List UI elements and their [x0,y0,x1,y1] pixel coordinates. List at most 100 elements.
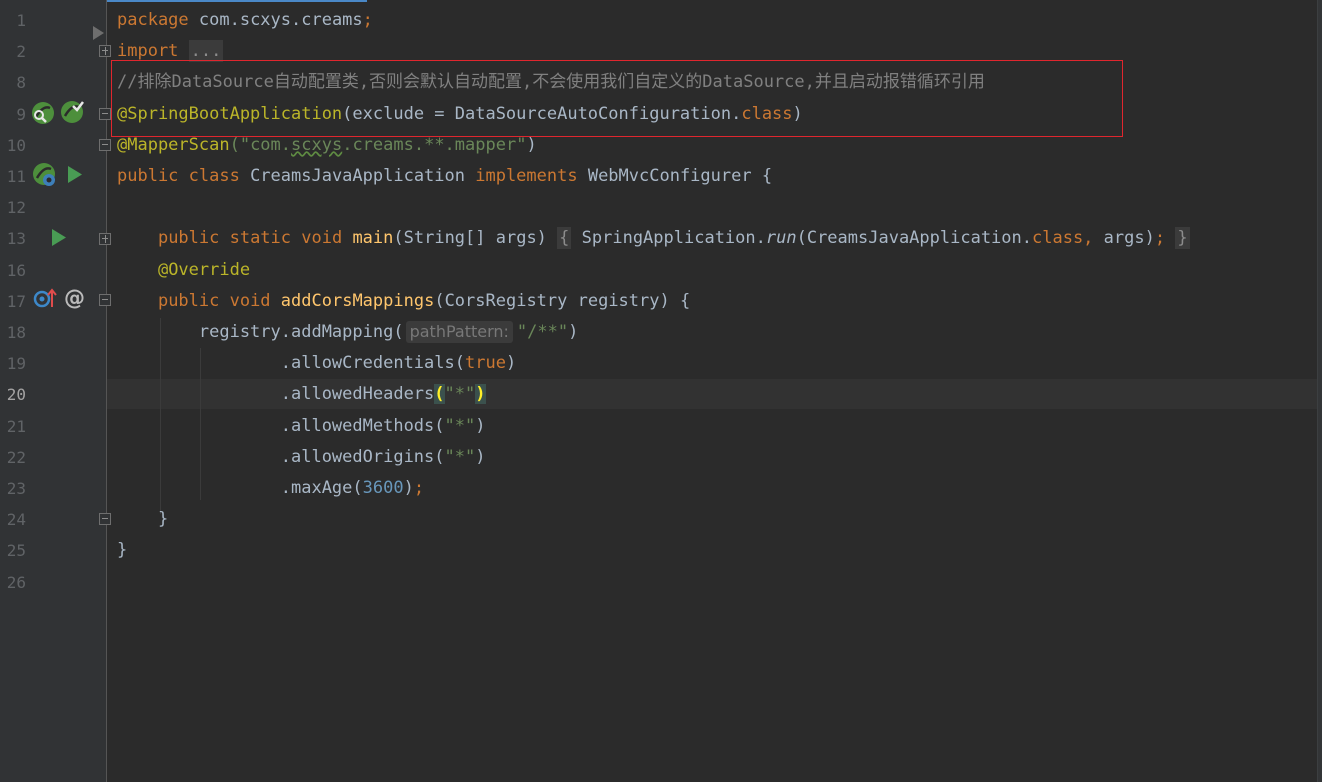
parameter-hint: pathPattern: [405,321,513,343]
code-text: .allowedOrigins("*") [117,442,486,473]
code-token: .allowCredentials( [117,353,465,374]
line-number: 11 [6,167,26,186]
code-token: ) [505,353,517,374]
code-token: (CreamsJavaApplication. [796,228,1032,249]
code-token: public static void [157,228,343,249]
code-text: package com.scxys.creams; [117,5,373,36]
line-number: 19 [6,354,26,374]
code-token: "*" [444,384,476,405]
fold-marker-icon[interactable] [93,26,105,40]
code-token: (CorsRegistry registry) { [434,290,691,311]
code-text: public class CreamsJavaApplication imple… [117,161,772,192]
line-number: 17 [6,291,26,311]
code-token: .allowedMethods( [117,415,445,436]
code-text: } [117,504,168,535]
spring-bean-search-icon[interactable] [31,101,55,125]
code-token: ... [188,40,224,63]
code-token: } [117,540,128,561]
code-token: args) [1093,228,1155,249]
at-annotation-icon[interactable]: @ [64,285,85,311]
code-token: ) [568,322,579,342]
line-number: 25 [6,541,26,561]
fold-collapse-icon[interactable] [99,294,111,306]
code-token: .maxAge( [117,478,363,498]
code-line[interactable]: 21 .allowedMethods("*") [0,411,1322,442]
run-icon[interactable] [68,166,82,183]
code-text: .maxAge(3600); [117,473,424,504]
line-number: 2 [16,42,26,62]
code-line[interactable]: 24 } [0,504,1322,535]
code-token: (String[] args) [393,228,558,249]
code-token: CreamsJavaApplication [239,166,476,186]
fold-expand-icon[interactable] [99,233,111,245]
line-number: 22 [6,447,26,467]
fold-collapse-icon[interactable] [99,139,111,151]
code-line[interactable]: 20 .allowedHeaders("*") [0,379,1322,410]
code-line[interactable]: 13 public static void main(String[] args… [0,223,1322,254]
code-token: implements [475,166,578,186]
code-token: WebMvcConfigurer { [577,166,773,186]
code-token: ( [434,384,445,405]
code-line[interactable]: 11 public class CreamsJavaApplication imp… [0,161,1322,192]
code-token: import [117,41,179,62]
run-icon[interactable] [52,229,66,246]
code-token: "/**" [516,322,569,342]
code-text: public static void main(String[] args) {… [117,223,1190,254]
code-token: } [1175,227,1190,250]
code-line[interactable]: 19 .allowCredentials(true) [0,348,1322,379]
code-token: "*" [444,446,476,467]
code-token: .allowedHeaders [117,384,435,405]
code-token: ("com. [229,134,292,155]
code-token: } [117,509,169,530]
code-line[interactable]: 18 registry.addMapping(pathPattern: "/**"… [0,317,1322,348]
line-number: 24 [6,510,26,530]
code-token: SpringApplication. [571,228,766,249]
code-token: ) [475,415,486,436]
fold-collapse-icon[interactable] [99,513,111,525]
code-text: .allowedHeaders("*") [117,379,486,410]
code-token: registry.addMapping( [117,322,404,342]
code-token: public class [117,166,240,186]
line-number: 13 [6,229,26,249]
code-line[interactable]: 17 public void addCorsMappings(CorsRegis… [0,286,1322,317]
code-token: ; [362,10,373,30]
code-token: "*" [444,415,476,436]
code-token: .allowedOrigins( [117,446,445,467]
code-line[interactable]: 23 .maxAge(3600); [0,473,1322,504]
code-text: registry.addMapping(pathPattern: "/**") [117,317,578,348]
line-number: 23 [6,479,26,498]
line-number: 8 [16,73,26,93]
override-method-icon[interactable] [33,288,57,308]
code-token: addCorsMappings [280,290,435,311]
code-line[interactable]: 22 .allowedOrigins("*") [0,442,1322,473]
fold-collapse-icon[interactable] [99,108,111,120]
code-line[interactable]: 25} [0,535,1322,566]
code-token: main [352,228,394,249]
code-token: { [557,227,572,250]
fold-expand-icon[interactable] [99,45,111,57]
line-number: 9 [16,104,26,124]
code-token: ) [403,478,414,498]
code-line[interactable]: 1 package com.scxys.creams; [0,5,1322,36]
code-token: ) [475,446,486,467]
code-text: .allowCredentials(true) [117,348,516,379]
code-token: @MapperScan [117,134,230,155]
line-number: 26 [6,572,26,592]
code-token: scxys [291,134,343,155]
code-token: .creams.**.mapper" [342,134,527,155]
spring-config-icon[interactable] [60,100,85,124]
code-text: .allowedMethods("*") [117,411,486,442]
highlight-annotation-box [111,60,1123,137]
code-text: } [117,535,127,566]
spring-boot-icon[interactable] [32,162,58,188]
code-line[interactable]: 16 @Override [0,255,1322,286]
code-line[interactable]: 26 [0,567,1322,598]
code-line[interactable]: 12 [0,192,1322,223]
code-token: ; [413,478,425,498]
